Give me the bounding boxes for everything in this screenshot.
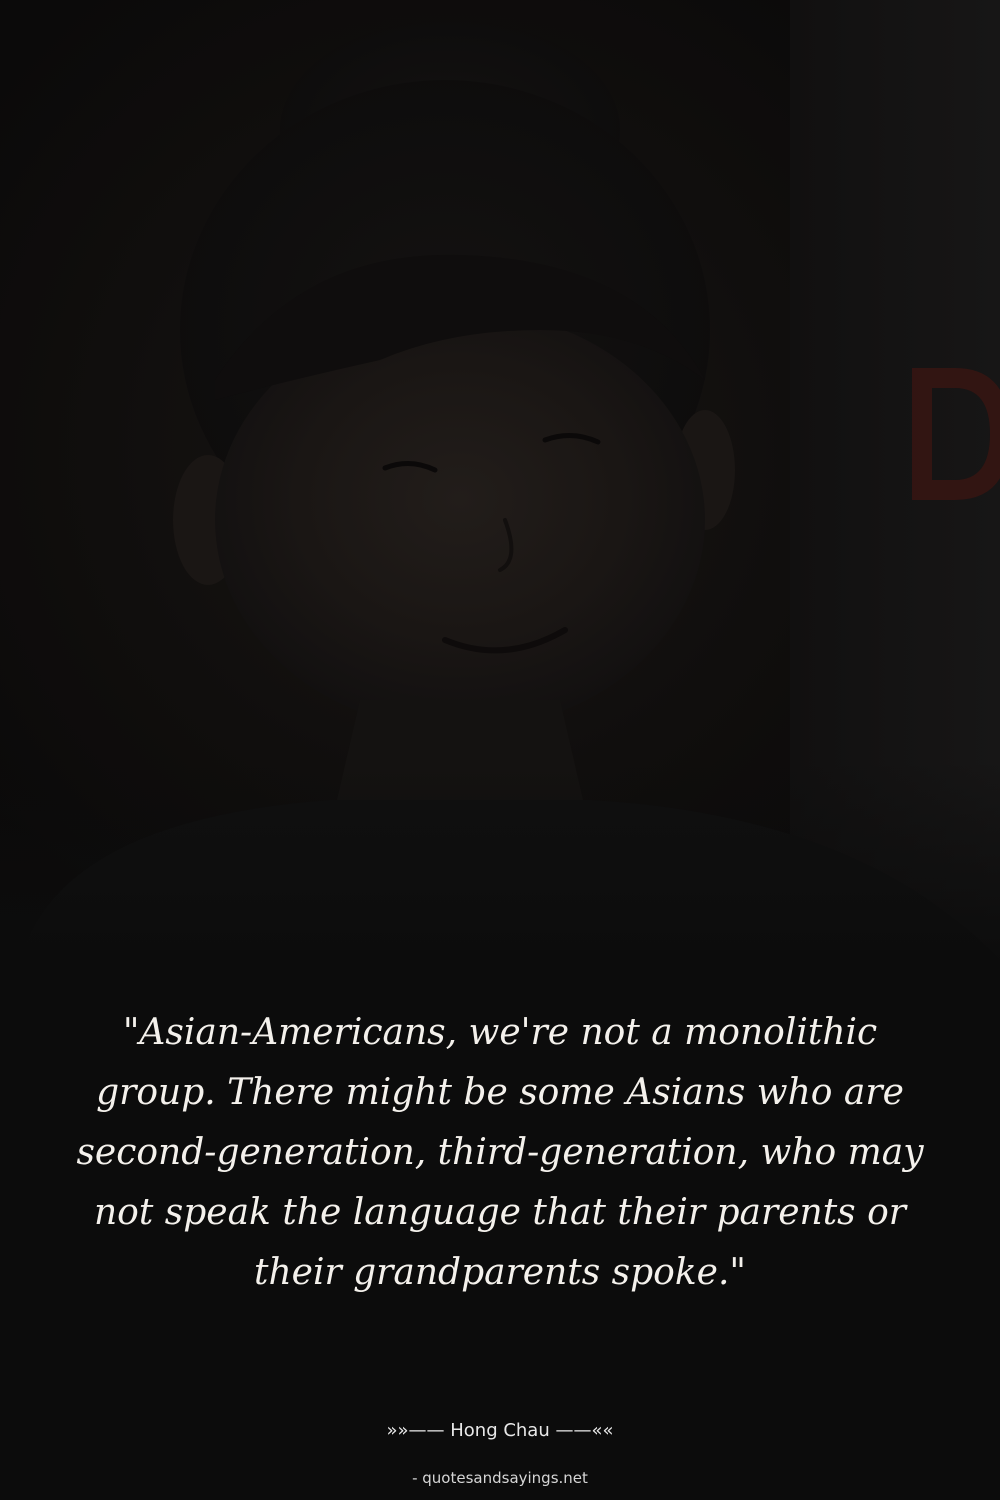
source-watermark: - quotesandsayings.net (412, 1469, 588, 1487)
attribution-author: »»—— Hong Chau ——«« (386, 1420, 614, 1441)
quote-card: "Asian-Americans, we're not a monolithic… (0, 0, 1000, 1500)
quote-text: "Asian-Americans, we're not a monolithic… (76, 1012, 924, 1293)
